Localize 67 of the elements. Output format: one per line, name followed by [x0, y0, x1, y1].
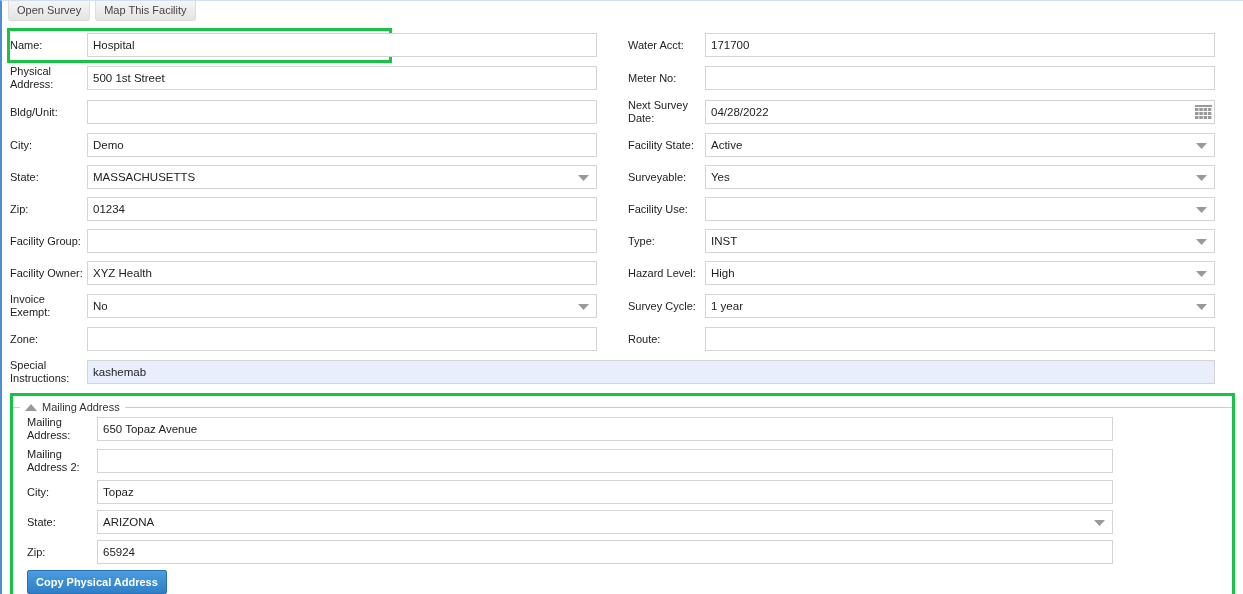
field-label: City: — [27, 485, 50, 499]
dropdown-field[interactable]: ARIZONA — [97, 510, 1113, 534]
text-field[interactable] — [705, 66, 1215, 90]
text-field[interactable]: 650 Topaz Avenue — [97, 417, 1113, 441]
toolbar-button[interactable]: Open Survey — [8, 1, 91, 21]
dropdown-field[interactable]: High — [705, 261, 1215, 285]
dropdown-field[interactable]: INST — [705, 229, 1215, 253]
field-label: Physical Address: — [10, 65, 55, 91]
text-field[interactable]: 65924 — [97, 540, 1113, 564]
text-field[interactable] — [87, 229, 597, 253]
field-label: Facility Owner: — [10, 266, 84, 280]
field-label: Route: — [628, 332, 662, 346]
field-label: Survey Cycle: — [628, 299, 697, 313]
field-label: Name: — [10, 38, 44, 52]
text-field[interactable]: 500 1st Street — [87, 66, 597, 90]
text-field[interactable] — [705, 327, 1215, 351]
text-field[interactable] — [87, 100, 597, 124]
field-label: Mailing Address 2: — [27, 448, 81, 474]
text-field[interactable]: 171700 — [705, 33, 1215, 57]
dropdown-field[interactable]: MASSACHUSETTS — [87, 165, 597, 189]
caret-icon — [578, 304, 589, 310]
field-label: Mailing Address: — [27, 416, 72, 442]
text-field[interactable] — [87, 327, 597, 351]
field-label: Zone: — [10, 332, 40, 346]
collapse-triangle-icon[interactable] — [25, 403, 37, 411]
section-title: Mailing Address — [42, 401, 120, 413]
field-label: Type: — [628, 234, 656, 248]
field-label: Surveyable: — [628, 170, 688, 184]
field-label: Water Acct: — [628, 38, 685, 52]
field-label: Facility State: — [628, 138, 696, 152]
caret-icon — [1196, 207, 1207, 213]
field-label: Zip: — [27, 545, 47, 559]
text-field[interactable] — [97, 449, 1113, 473]
text-field[interactable]: Demo — [87, 133, 597, 157]
dropdown-field[interactable] — [705, 197, 1215, 221]
caret-icon — [578, 175, 589, 181]
field-label: Bldg/Unit: — [10, 105, 59, 119]
dropdown-field[interactable]: Active — [705, 133, 1215, 157]
text-field[interactable]: Topaz — [97, 480, 1113, 504]
copy-address-button[interactable]: Copy Physical Address — [27, 570, 167, 594]
field-label: Facility Use: — [628, 202, 689, 216]
calendar-icon[interactable] — [1195, 105, 1212, 120]
field-label: Hazard Level: — [628, 266, 697, 280]
field-label: Next Survey Date: — [628, 99, 689, 125]
text-field[interactable]: Hospital — [87, 33, 597, 57]
field-label: Special Instructions: — [10, 359, 71, 385]
caret-icon — [1196, 271, 1207, 277]
text-field[interactable]: 01234 — [87, 197, 597, 221]
dropdown-field[interactable]: No — [87, 294, 597, 318]
text-field[interactable]: XYZ Health — [87, 261, 597, 285]
field-label: State: — [10, 170, 40, 184]
text-field[interactable]: kashemab — [87, 360, 1215, 384]
field-label: State: — [27, 515, 57, 529]
caret-icon — [1196, 175, 1207, 181]
caret-icon — [1196, 304, 1207, 310]
caret-icon — [1196, 239, 1207, 245]
toolbar-button[interactable]: Map This Facility — [95, 1, 196, 21]
field-label: Facility Group: — [10, 234, 82, 248]
dropdown-field[interactable]: 1 year — [705, 294, 1215, 318]
field-label: Zip: — [10, 202, 30, 216]
caret-icon — [1094, 520, 1105, 526]
caret-icon — [1196, 143, 1207, 149]
field-label: Meter No: — [628, 71, 678, 85]
date-field[interactable]: 04/28/2022 — [705, 100, 1215, 124]
field-label: Invoice Exempt: — [10, 293, 52, 319]
dropdown-field[interactable]: Yes — [705, 165, 1215, 189]
field-label: City: — [10, 138, 33, 152]
